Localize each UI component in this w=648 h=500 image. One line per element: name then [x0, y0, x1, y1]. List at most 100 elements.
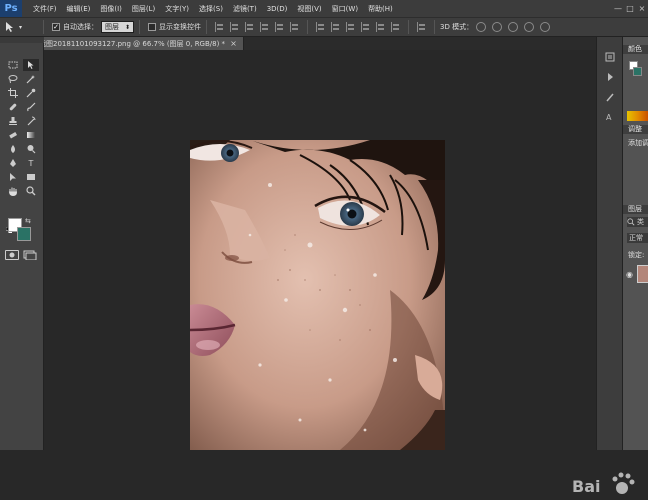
gradient-tool-icon[interactable] — [23, 129, 39, 141]
align-vcenter-icon[interactable] — [230, 22, 239, 32]
slide-3d-icon[interactable] — [524, 22, 535, 32]
search-icon — [627, 218, 635, 226]
divider — [408, 20, 410, 34]
color-panel-header[interactable]: 颜色 — [623, 45, 648, 54]
watermark-text: Bai — [572, 477, 600, 496]
auto-align-icon[interactable] — [417, 22, 426, 32]
align-right-icon[interactable] — [290, 22, 299, 32]
marquee-tool-icon[interactable] — [5, 59, 21, 71]
adjustments-panel-header[interactable]: 调整 — [623, 125, 648, 134]
menu-view[interactable]: 视图(V) — [292, 4, 326, 14]
blend-mode-dropdown[interactable]: 正常 — [627, 233, 648, 243]
zoom-tool-icon[interactable] — [23, 185, 39, 197]
lasso-tool-icon[interactable] — [5, 73, 21, 85]
menu-bar: Ps 文件(F) 编辑(E) 图像(I) 图层(L) 文字(Y) 选择(S) 滤… — [0, 0, 648, 17]
dodge-tool-icon[interactable] — [23, 143, 39, 155]
scale-3d-icon[interactable] — [540, 22, 551, 32]
roll-3d-icon[interactable] — [492, 22, 503, 32]
distribute-right-icon[interactable] — [391, 22, 400, 32]
magic-wand-tool-icon[interactable] — [23, 73, 39, 85]
align-top-icon[interactable] — [215, 22, 224, 32]
brush-presets-icon[interactable] — [603, 91, 617, 103]
menu-help[interactable]: 帮助(H) — [363, 4, 398, 14]
color-ramp[interactable] — [627, 111, 648, 121]
blur-tool-icon[interactable] — [5, 143, 21, 155]
layer-thumbnail[interactable] — [637, 265, 648, 283]
chevron-updown-icon: ⬍ — [125, 23, 131, 31]
rotate-3d-icon[interactable] — [476, 22, 487, 32]
tools-panel: T ⇆ — [0, 37, 44, 450]
distribute-hcenter-icon[interactable] — [376, 22, 385, 32]
close-tab-icon[interactable]: × — [230, 39, 237, 48]
align-hcenter-icon[interactable] — [275, 22, 284, 32]
maximize-button[interactable]: □ — [624, 0, 636, 17]
auto-select-value: 图层 — [105, 23, 119, 31]
portrait-image — [190, 140, 445, 450]
menu-type[interactable]: 文字(Y) — [160, 4, 194, 14]
menu-3d[interactable]: 3D(D) — [262, 5, 293, 13]
divider — [139, 20, 141, 34]
chevron-down-icon: ▾ — [19, 23, 23, 31]
menu-image[interactable]: 图像(I) — [95, 4, 127, 14]
rectangle-tool-icon[interactable] — [23, 171, 39, 183]
distribute-vcenter-icon[interactable] — [331, 22, 340, 32]
align-bottom-icon[interactable] — [245, 22, 254, 32]
menu-layer[interactable]: 图层(L) — [127, 4, 160, 14]
pen-tool-icon[interactable] — [5, 157, 21, 169]
adjustments-add-label: 添加调 — [628, 139, 648, 147]
brush-tool-icon[interactable] — [23, 101, 39, 113]
eraser-tool-icon[interactable] — [5, 129, 21, 141]
panels-column: 颜色 调整 添加调 图层 类 正常 锁定: ◉ — [622, 37, 648, 450]
screen-mode-icon[interactable] — [23, 250, 37, 261]
blend-mode-value: 正常 — [629, 234, 643, 242]
character-panel-icon[interactable]: A — [603, 111, 617, 123]
panel-background-swatch[interactable] — [633, 67, 642, 76]
menu-window[interactable]: 窗口(W) — [327, 4, 363, 14]
show-transform-label: 显示变换控件 — [159, 23, 202, 31]
crop-tool-icon[interactable] — [5, 87, 21, 99]
document-tab[interactable]: QQ截图20181101093127.png @ 66.7% (图层 0, RG… — [22, 37, 244, 50]
canvas-area[interactable]: Bai — [44, 50, 635, 496]
distribute-bottom-icon[interactable] — [346, 22, 355, 32]
layers-panel-header[interactable]: 图层 — [623, 205, 648, 214]
auto-select-dropdown[interactable]: 图层 ⬍ — [101, 21, 135, 33]
pan-3d-icon[interactable] — [508, 22, 519, 32]
align-left-icon[interactable] — [260, 22, 269, 32]
background-color-swatch[interactable] — [17, 227, 31, 241]
auto-select-checkbox[interactable]: ✓ — [52, 23, 60, 31]
options-bar: ▾ ✓ 自动选择： 图层 ⬍ 显示变换控件 3D 模式： — [0, 17, 648, 37]
swap-colors-icon[interactable]: ⇆ — [25, 217, 31, 225]
divider — [307, 20, 309, 34]
history-brush-tool-icon[interactable] — [23, 115, 39, 127]
menu-filter[interactable]: 滤镜(T) — [228, 4, 262, 14]
menu-edit[interactable]: 编辑(E) — [62, 4, 96, 14]
history-panel-icon[interactable] — [603, 51, 617, 63]
layers-filter[interactable]: 类 — [627, 217, 648, 227]
hand-tool-icon[interactable] — [5, 185, 21, 197]
minimize-button[interactable]: — — [612, 0, 624, 17]
svg-text:A: A — [606, 113, 612, 122]
portrait-photo[interactable] — [190, 140, 445, 450]
type-tool-icon[interactable]: T — [23, 157, 39, 169]
panel-grip[interactable] — [0, 37, 44, 43]
photoshop-logo: Ps — [0, 0, 22, 17]
close-window-button[interactable]: × — [636, 0, 648, 17]
lock-label: 锁定: — [628, 251, 645, 259]
menu-file[interactable]: 文件(F) — [28, 4, 62, 14]
tool-preset-picker[interactable]: ▾ — [4, 19, 38, 35]
distribute-top-icon[interactable] — [316, 22, 325, 32]
quick-mask-icon[interactable] — [5, 250, 19, 260]
collapsed-panel-dock: A — [596, 37, 622, 450]
path-selection-tool-icon[interactable] — [5, 171, 21, 183]
eyedropper-tool-icon[interactable] — [23, 87, 39, 99]
paw-icon — [612, 472, 635, 494]
distribute-left-icon[interactable] — [361, 22, 370, 32]
divider — [434, 20, 436, 34]
show-transform-checkbox[interactable] — [148, 23, 157, 31]
visibility-eye-icon[interactable]: ◉ — [626, 270, 633, 279]
menu-select[interactable]: 选择(S) — [194, 4, 228, 14]
move-tool-icon[interactable] — [23, 59, 39, 71]
actions-panel-icon[interactable] — [603, 71, 617, 83]
clone-stamp-tool-icon[interactable] — [5, 115, 21, 127]
healing-brush-tool-icon[interactable] — [5, 101, 21, 113]
